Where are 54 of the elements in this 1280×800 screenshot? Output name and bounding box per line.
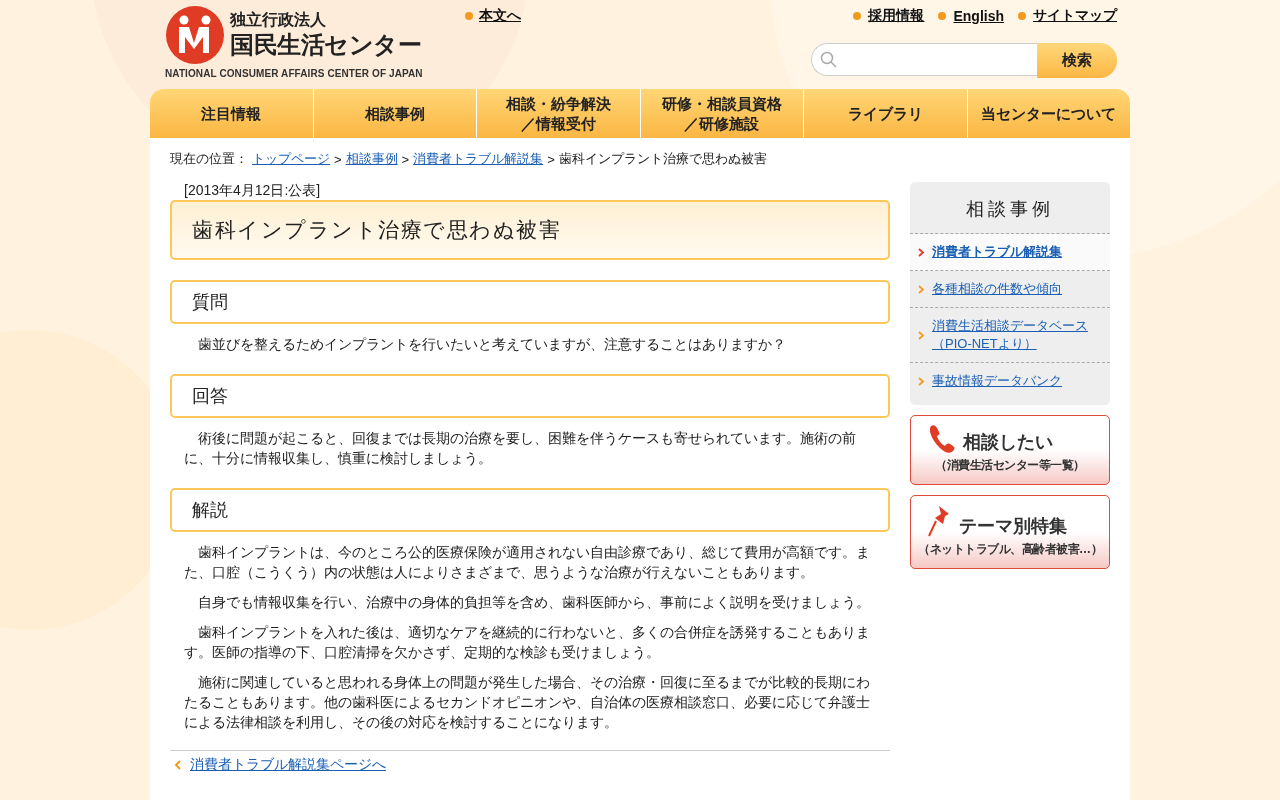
section-heading: 回答 xyxy=(170,374,890,418)
nav-tab[interactable]: 相談・紛争解決 ／情報受付 xyxy=(476,89,640,138)
paragraph: 歯科インプラントを入れた後は、適切なケアを継続的に行わないと、多くの合併症を誘発することもあります。医師の指導の下、口腔清掃を欠かさず、定期的な検診も受けましょう。 xyxy=(183,623,871,662)
search-field[interactable] xyxy=(811,43,1037,76)
logo-icon xyxy=(166,6,224,64)
breadcrumb-link[interactable]: 消費者トラブル解説集 xyxy=(413,150,544,168)
bullet-icon xyxy=(938,12,947,20)
search-icon xyxy=(820,50,838,69)
paragraph: 術後に問題が起こると、回復までは長期の治療を要し、困難を伴うケースも寄せられています。施術の前に、十分に情報収集し、慎重に検討しましょう。 xyxy=(183,429,857,468)
nav-tab[interactable]: ライブラリ xyxy=(803,89,967,138)
paragraph: 歯科インプラントは、今のところ公的医療保険が適用されない自由診療であり、総じて費用が高額です。また、口腔（こうくう）内の状態は人によりさまざまで、思うような治療が行えないこともあります。 xyxy=(183,543,871,582)
sidebar-item[interactable]: 各種相談の件数や傾向 xyxy=(910,271,1110,308)
chevron-icon xyxy=(918,376,925,386)
logo-subtitle: 独立行政法人 xyxy=(230,10,327,30)
phone-icon xyxy=(927,424,955,454)
breadcrumb-current: 歯科インプラント治療で思わぬ被害 xyxy=(558,150,767,168)
pushpin-icon xyxy=(927,504,951,538)
breadcrumb-link[interactable]: トップページ xyxy=(252,150,330,168)
breadcrumb-separator: > xyxy=(334,151,342,167)
banner-button[interactable]: テーマ別特集 （ネットトラブル、高齢者被害…） xyxy=(910,495,1110,569)
chevron-icon xyxy=(918,247,925,257)
logo-title: 国民生活センター xyxy=(230,31,421,60)
header-link[interactable]: 採用情報 xyxy=(868,7,925,25)
breadcrumb-label: 現在の位置： xyxy=(170,150,248,168)
paragraph: 自身でも情報収集を行い、治療中の身体的負担等を含め、歯科医師から、事前によく説明を受けましょう。 xyxy=(197,593,871,612)
nav-tab[interactable]: 注目情報 xyxy=(150,89,313,138)
paragraph: 施術に関連していると思われる身体上の問題が発生した場合、その治療・回復に至るまでが比較的長期にわたることもあります。他の歯科医によるセカンドオピニオンや、自治体の医療相談窓口、必要に応じて弁護士による法律相談を利用し、その後の対応を検討することになります。 xyxy=(183,673,871,732)
banner-button[interactable]: 相談したい （消費生活センター等一覧） xyxy=(910,415,1110,485)
bullet-icon xyxy=(1018,12,1026,20)
back-link[interactable]: 消費者トラブル解説集ページへ xyxy=(190,756,386,774)
breadcrumb-separator: > xyxy=(401,151,410,167)
nav-tab[interactable]: 当センターについて xyxy=(966,89,1130,138)
sidebar-item[interactable]: 事故情報データバンク xyxy=(910,363,1110,399)
breadcrumb-link[interactable]: 相談事例 xyxy=(345,150,398,168)
section-heading: 解説 xyxy=(170,488,890,532)
bullet-icon xyxy=(465,12,473,20)
bullet-icon xyxy=(853,12,862,20)
skip-link[interactable]: 本文へ xyxy=(479,7,521,25)
sidebar-item[interactable]: 消費生活相談データベース（PIO-NETより） xyxy=(910,308,1110,363)
chevron-icon xyxy=(918,284,925,294)
sidebar-item[interactable]: 消費者トラブル解説集 xyxy=(910,234,1110,271)
chevron-icon xyxy=(918,330,925,340)
header-link[interactable]: サイトマップ xyxy=(1033,7,1117,25)
chevron-icon xyxy=(174,760,182,770)
publish-date: [2013年4月12日:公表] xyxy=(183,182,322,200)
search-button[interactable]: 検索 xyxy=(1037,43,1117,78)
nav-tab[interactable]: 相談事例 xyxy=(312,89,476,138)
section-heading: 質問 xyxy=(170,280,890,324)
breadcrumb-separator: > xyxy=(547,151,555,167)
logo-english-name: NATIONAL CONSUMER AFFAIRS CENTER OF JAPAN xyxy=(165,68,423,79)
paragraph: 歯並びを整えるためインプラントを行いたいと考えていますが、注意することはありますか？ xyxy=(197,335,787,354)
nav-tab[interactable]: 研修・相談員資格 ／研修施設 xyxy=(639,89,803,138)
article-title: 歯科インプラント治療で思わぬ被害 xyxy=(170,200,890,260)
header-link[interactable]: English xyxy=(953,8,1004,24)
